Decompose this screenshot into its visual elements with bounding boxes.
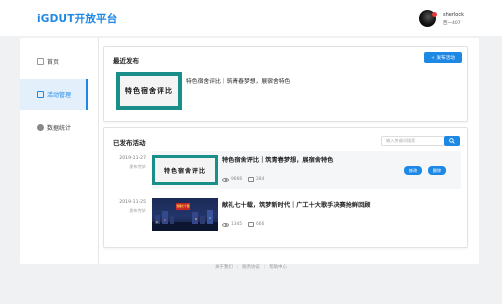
avatar[interactable] (419, 10, 437, 27)
sidebar-divider (98, 38, 99, 264)
city-image (152, 203, 218, 231)
footer: 关于我们 | 服务协议 | 帮助中心 (0, 264, 502, 270)
sidebar-item-statistics[interactable]: 数据统计 (20, 112, 88, 143)
comment-count: 666 (248, 222, 264, 227)
sidebar-item-label: 活动管理 (47, 92, 72, 99)
sidebar-item-activity-manage[interactable]: 活动管理 (20, 79, 88, 110)
activity-title[interactable]: 特色宿舍评比｜筑青春梦想，展宿舍特色 (222, 155, 333, 164)
notification-dot (432, 12, 437, 17)
document-icon (37, 58, 44, 65)
publish-activity-button[interactable]: + 发布活动 (424, 52, 462, 63)
recent-activity-title[interactable]: 特色宿舍评比｜筑青春梦想，展宿舍特色 (186, 76, 290, 85)
user-name[interactable]: sherlock (443, 12, 464, 18)
view-count: 1345 (222, 222, 242, 227)
recent-activity-thumbnail[interactable]: 特色宿舍评比 (116, 72, 182, 110)
user-dorm: 西一407 (443, 21, 461, 26)
comment-count: 284 (248, 177, 264, 182)
thumbnail-text: 致敬七十载 (176, 205, 190, 208)
search-placeholder: 输入关键词搜索 (386, 138, 416, 143)
edit-button[interactable]: 修改 (404, 166, 422, 175)
sidebar-item-home[interactable]: 首页 (20, 46, 88, 77)
search-input[interactable]: 输入关键词搜索 (381, 136, 445, 146)
activity-status: 发布完毕 (129, 164, 146, 169)
sidebar-item-label: 首页 (47, 59, 60, 66)
eye-icon (222, 222, 229, 227)
footer-link-about[interactable]: 关于我们 (211, 265, 237, 270)
main-frame: 首页 活动管理 数据统计 最近发布 + 发布活动 特色宿舍评比 特色宿舍评比｜筑… (20, 38, 479, 264)
list-icon (37, 91, 44, 98)
published-activities-card: 已发布活动 输入关键词搜索 2019-11-27 发布完毕 特色宿舍评比 特色宿… (103, 127, 468, 248)
eye-icon (222, 177, 229, 182)
activity-thumbnail[interactable]: 特色宿舍评比 (152, 155, 218, 185)
footer-link-terms[interactable]: 服务协议 (238, 265, 264, 270)
search-button[interactable] (444, 136, 460, 146)
recent-publish-card: 最近发布 + 发布活动 特色宿舍评比 特色宿舍评比｜筑青春梦想，展宿舍特色 (103, 46, 468, 122)
activity-thumbnail[interactable]: 致敬七十载 (152, 198, 218, 231)
view-count: 9666 (222, 177, 242, 182)
pie-chart-icon (37, 124, 44, 131)
activity-title[interactable]: 献礼七十载，筑梦新时代｜广工十大歌手决赛抢鲜回顾 (222, 200, 371, 209)
sidebar: 首页 活动管理 数据统计 (20, 38, 98, 264)
top-bar: iGDUT开放平台 sherlock 西一407 (0, 0, 502, 36)
app-logo[interactable]: iGDUT开放平台 (37, 11, 117, 26)
delete-button[interactable]: 删除 (428, 166, 446, 175)
footer-link-help[interactable]: 帮助中心 (265, 265, 291, 270)
thumbnail-text: 特色宿舍评比 (120, 76, 178, 106)
thumbnail-text: 特色宿舍评比 (155, 158, 215, 182)
comment-icon (248, 177, 254, 182)
activity-date: 2019-11-27 (119, 156, 146, 161)
published-title: 已发布活动 (113, 139, 146, 147)
comment-icon (248, 222, 254, 227)
sidebar-item-label: 数据统计 (47, 125, 72, 132)
search-icon (449, 138, 455, 144)
activity-status: 发布完毕 (129, 208, 146, 213)
recent-title: 最近发布 (113, 57, 139, 65)
activity-date: 2019-11-25 (119, 200, 146, 205)
